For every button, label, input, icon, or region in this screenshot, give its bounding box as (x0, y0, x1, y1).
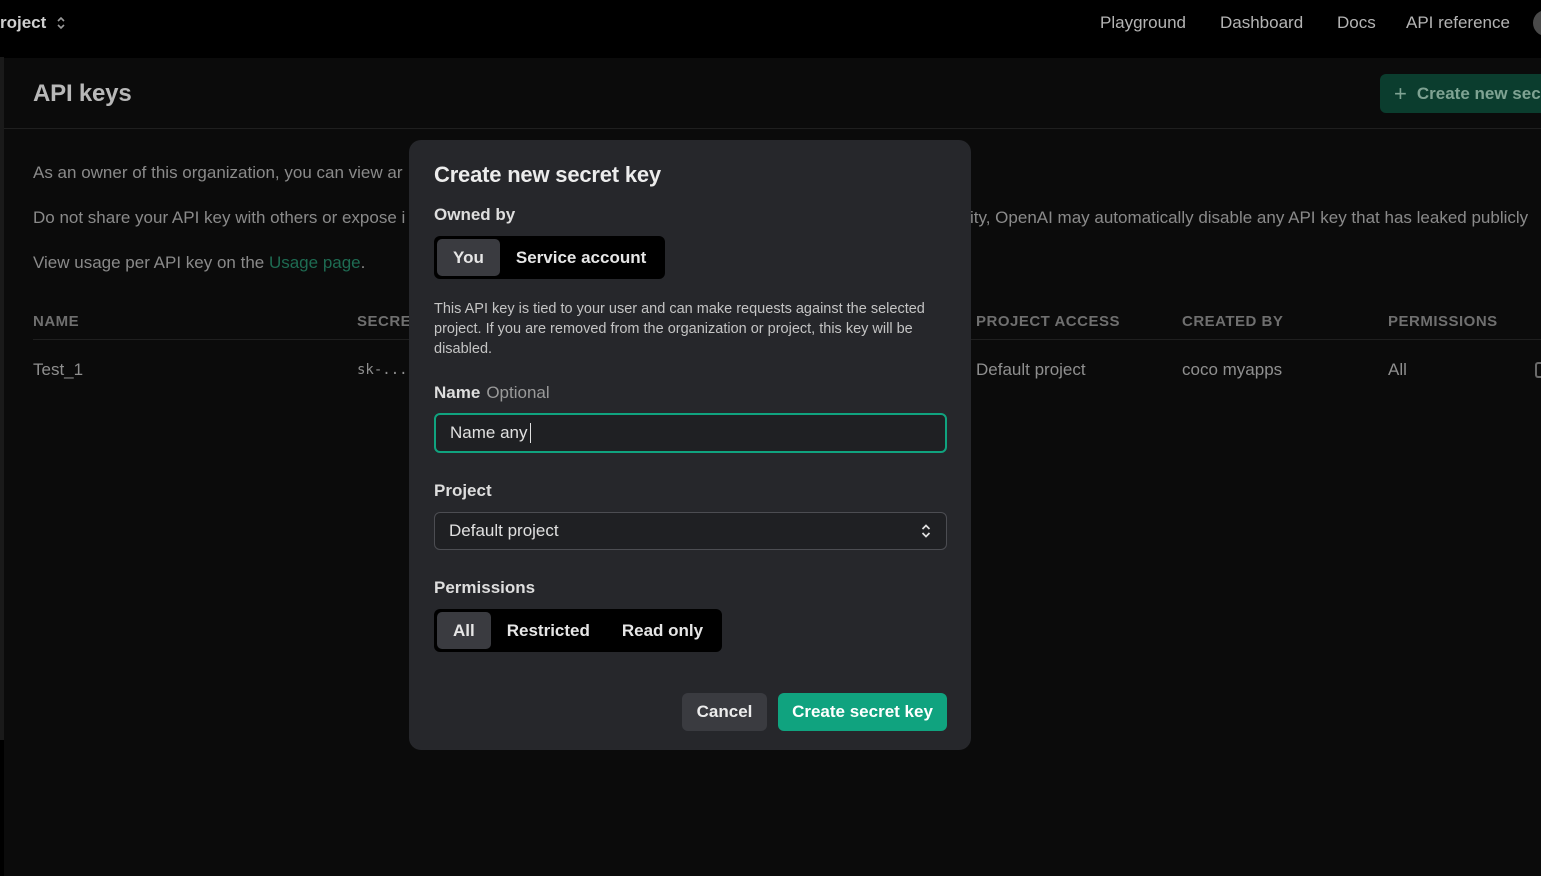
column-header-permissions: PERMISSIONS (1388, 313, 1498, 330)
name-input[interactable]: Name any (434, 413, 947, 453)
create-secret-key-dialog: Create new secret key Owned by You Servi… (409, 140, 971, 750)
edit-icon[interactable] (1535, 362, 1541, 378)
row-project-access: Default project (976, 360, 1086, 379)
nav-playground[interactable]: Playground (1100, 13, 1186, 33)
row-created-by: coco myapps (1182, 360, 1283, 379)
owned-by-toggle: You Service account (434, 236, 666, 279)
row-permissions: All (1388, 360, 1407, 379)
column-header-project-access: PROJECT ACCESS (976, 313, 1120, 330)
permission-restricted[interactable]: Restricted (491, 612, 606, 649)
cancel-button[interactable]: Cancel (682, 693, 767, 731)
usage-note: View usage per API key on the Usage page… (33, 253, 365, 273)
usage-note-suffix: . (360, 253, 366, 272)
page-title: API keys (33, 80, 132, 107)
project-select-value: Default project (449, 521, 559, 540)
name-input-value: Name any (450, 423, 528, 442)
text-caret (530, 423, 532, 443)
plus-icon: + (1394, 80, 1407, 106)
chevron-up-down-icon (57, 16, 65, 30)
column-header-name: NAME (33, 313, 80, 330)
share-warning-right: ity, OpenAI may automatically disable an… (970, 208, 1529, 227)
top-bar: roject Playground Dashboard Docs API ref… (0, 0, 1541, 57)
column-header-created-by: CREATED BY (1182, 313, 1284, 330)
dialog-title: Create new secret key (434, 162, 661, 187)
name-label: Name Optional (434, 383, 550, 403)
nav-dashboard[interactable]: Dashboard (1220, 13, 1303, 33)
owned-by-label: Owned by (434, 205, 516, 224)
usage-page-link[interactable]: Usage page (269, 253, 361, 272)
project-switcher-label: roject (0, 13, 47, 32)
nav-docs[interactable]: Docs (1337, 13, 1376, 33)
name-optional-hint: Optional (486, 383, 550, 402)
permissions-toggle: All Restricted Read only (434, 609, 723, 652)
owned-by-you[interactable]: You (437, 239, 500, 276)
permission-read-only[interactable]: Read only (606, 612, 719, 649)
column-header-secret: SECRE (357, 313, 412, 330)
project-switcher[interactable]: roject (0, 13, 66, 33)
name-label-text: Name (434, 383, 481, 402)
owner-description: As an owner of this organization, you ca… (33, 163, 403, 182)
create-new-secret-key-button[interactable]: + Create new sec (1380, 74, 1541, 113)
create-secret-key-button[interactable]: Create secret key (778, 693, 947, 731)
page-header: API keys + Create new sec (4, 58, 1541, 129)
project-select[interactable]: Default project (434, 512, 947, 550)
create-button-label: Create new sec (1416, 83, 1541, 103)
chevron-up-down-icon (921, 524, 931, 538)
usage-note-prefix: View usage per API key on the (33, 253, 269, 272)
permissions-label: Permissions (434, 578, 536, 597)
share-warning-left: Do not share your API key with others or… (33, 208, 406, 227)
row-secret: sk-... (357, 362, 408, 378)
owned-by-service-account[interactable]: Service account (500, 239, 662, 276)
project-label: Project (434, 481, 492, 500)
owned-by-helper-text: This API key is tied to your user and ca… (434, 301, 925, 357)
row-name: Test_1 (33, 360, 84, 379)
permission-all[interactable]: All (437, 612, 491, 649)
nav-api-reference[interactable]: API reference (1406, 13, 1510, 33)
avatar[interactable] (1533, 10, 1541, 36)
